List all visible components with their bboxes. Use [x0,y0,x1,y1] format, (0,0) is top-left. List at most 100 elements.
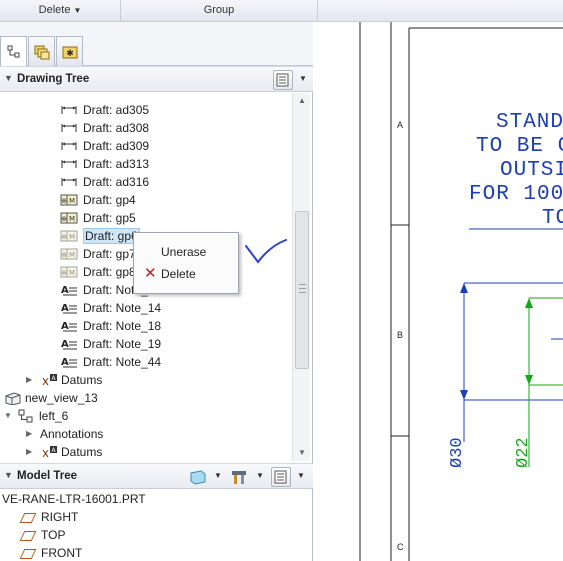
show-button[interactable] [187,467,209,487]
tree-item[interactable]: ⊕ M Draft: gp6 [60,226,140,244]
svg-text:⊕: ⊕ [61,215,67,223]
dimension-icon [60,175,78,189]
tree-item[interactable]: ⊕ M Draft: gp8 [60,262,136,280]
collapse-triangle-icon[interactable]: ▼ [4,407,14,425]
note-line-3[interactable]: OUTSI [500,159,563,182]
note-line-1[interactable]: STAND [496,111,563,134]
folders-icon [34,45,49,59]
model-tree: VE-RANE-LTR-16001.PRT RIGHT TOP FRONT [0,490,313,561]
dimension-icon [60,121,78,135]
tree-item[interactable]: A Draft: Note_14 [60,298,161,316]
note-line-5[interactable]: TO [542,207,563,230]
tree-item[interactable]: A Draft: Note_19 [60,334,161,352]
delete-menu-item[interactable]: ✕ Delete [135,263,237,285]
note-line-4[interactable]: FOR 100 [469,183,563,206]
drawing-tree-title: Drawing Tree [17,73,90,85]
expand-triangle-icon[interactable]: ▶ [26,425,36,443]
tree-item[interactable]: Draft: ad316 [60,172,149,190]
list-settings-icon [274,470,287,484]
tree-item-label: Draft: gp4 [83,192,136,207]
tab-tree[interactable] [0,36,27,67]
svg-text:✱: ✱ [66,49,74,59]
datums-icon: A [40,445,58,459]
note-line-2[interactable]: TO BE C [476,135,563,158]
navigator-tab-strip: ✱ [0,22,313,67]
chevron-down-icon[interactable]: ▼ [214,471,222,480]
chevron-down-icon: ▼ [73,6,82,15]
model-part-name[interactable]: VE-RANE-LTR-16001.PRT [2,490,146,508]
tree-item[interactable]: Draft: ad309 [60,136,149,154]
dimension-icon [60,103,78,117]
tree-settings-button[interactable] [273,70,293,90]
dimension-30-text: Ø30 [448,437,467,468]
geometric-tolerance-icon: ⊕ M [60,265,78,279]
model-tree-item-top[interactable]: TOP [18,526,65,544]
datum-plane-icon [19,530,37,541]
tree-item[interactable]: Draft: ad308 [60,118,149,136]
svg-text:⊕: ⊕ [61,233,67,241]
svg-text:M: M [69,251,75,259]
drawing-canvas[interactable]: Ø30 Ø22 A B C STAND TO BE C OUTSI FOR 10… [314,22,563,561]
drawing-tree-header: ▼ Drawing Tree ▼ [0,66,313,92]
scroll-down-icon[interactable]: ▼ [293,445,311,461]
svg-text:M: M [69,197,75,205]
tree-item-label: new_view_13 [25,390,98,405]
chevron-down-icon[interactable]: ▼ [297,471,305,480]
tree-item-new-view[interactable]: new_view_13 [4,388,98,406]
model-tree-item-right[interactable]: RIGHT [18,508,78,526]
note-icon: A [60,301,78,315]
chevron-down-icon[interactable]: ▼ [299,74,307,83]
model-tree-item-front[interactable]: FRONT [18,544,82,561]
tab-folder-browser[interactable] [28,36,55,66]
expand-triangle-icon[interactable]: ▶ [26,443,36,461]
svg-text:⊕: ⊕ [61,197,67,205]
tree-item[interactable]: ⊕ M Draft: gp7 [60,244,136,262]
datum-plane-icon [19,512,37,523]
zone-letter-a: A [397,120,404,130]
datums-icon: A [40,373,58,387]
tree-item[interactable]: Draft: ad305 [60,100,149,118]
tree-item[interactable]: ⊕ M Draft: gp4 [60,190,136,208]
tree-filter-button[interactable] [271,467,291,487]
tree-item-label: Datums [61,444,103,459]
tree-item-annotations[interactable]: ▶ Annotations [26,424,103,442]
tree-item-label: Draft: Note_19 [83,336,162,351]
note-icon: A [60,337,78,351]
svg-text:A: A [61,285,69,296]
scroll-up-icon[interactable]: ▲ [293,93,311,109]
ribbon-bar: Delete ▼ Group [0,0,563,22]
note-icon: A [60,283,78,297]
tree-item-datums[interactable]: ▶ A Datums [26,370,102,388]
tree-item[interactable]: Draft: ad313 [60,154,149,172]
tree-item-left-view[interactable]: ▼ left_6 [4,406,68,424]
tree-item-datums[interactable]: ▶ A Datums [26,442,102,460]
scrollbar-thumb[interactable] [295,211,309,369]
tree-item-label: Annotations [40,426,104,441]
tab-favorites[interactable]: ✱ [56,36,83,66]
tree-scrollbar[interactable]: ▲ ▼ [292,93,310,461]
tree-item-label: Draft: gp7 [83,246,136,261]
tree-item-label: Draft: gp8 [83,264,136,279]
svg-text:A: A [61,357,69,368]
unerase-menu-item[interactable]: Unerase [135,241,237,263]
favorites-folder-icon: ✱ [62,46,77,59]
settings-button[interactable] [229,467,251,487]
expand-triangle-icon[interactable]: ▶ [26,371,36,389]
group-label: Group [203,4,235,16]
collapse-triangle-icon[interactable]: ▼ [4,470,13,480]
svg-text:⊕: ⊕ [61,251,67,259]
geometric-tolerance-icon: ⊕ M [60,247,78,261]
collapse-triangle-icon[interactable]: ▼ [4,73,13,83]
svg-text:⊕: ⊕ [61,269,67,277]
note-icon: A [60,319,78,333]
tree-item[interactable]: A Draft: Note_44 [60,352,161,370]
drawing-sheet: Ø30 Ø22 [359,22,563,561]
svg-text:M: M [69,215,75,223]
tree-item[interactable]: ⊕ M Draft: gp5 [60,208,136,226]
tree-item-label: Draft: ad308 [83,120,150,135]
group-section-label: Group [121,0,318,21]
chevron-down-icon[interactable]: ▼ [256,471,264,480]
delete-dropdown-button[interactable]: Delete ▼ [0,0,121,21]
tree-item[interactable]: A Draft: Note_18 [60,316,161,334]
tree-item-label: Draft: ad305 [83,102,150,117]
